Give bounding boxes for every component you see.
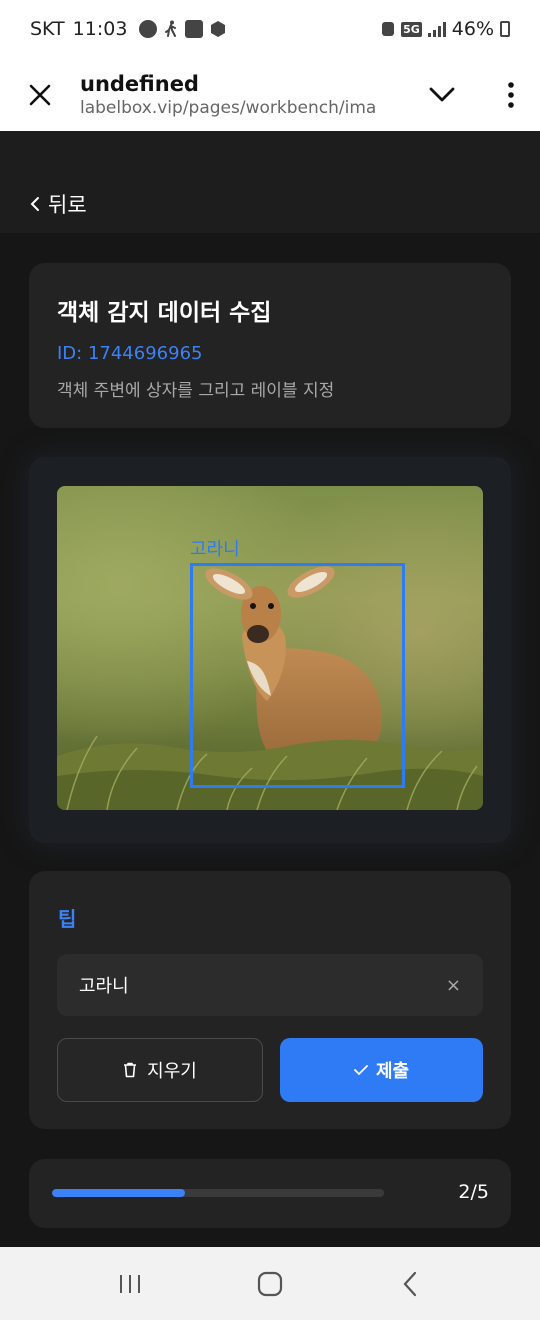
label-input[interactable]: 고라니 × [57,954,483,1016]
battery-level: 46% [451,18,494,40]
erase-button-label: 지우기 [147,1061,197,1082]
page-title: undefined [80,71,199,96]
back-arrow-icon [403,1271,417,1296]
progress-text: 2/5 [458,1181,489,1203]
progress-track [52,1189,384,1197]
chevron-down-icon [429,87,455,101]
label-value: 고라니 [79,976,129,997]
tip-title: 팁 [58,907,77,931]
carrier: SKT [30,18,65,40]
image-card: 고라니 [29,457,511,843]
app-header: 뒤로 [0,131,540,233]
check-icon [354,1065,368,1075]
close-icon [29,84,51,105]
task-description: 객체 주변에 상자를 그리고 레이블 지정 [57,381,335,401]
signal-icon [427,21,446,37]
close-tab-button[interactable] [0,58,80,131]
more-vertical-icon [508,81,514,108]
address-block[interactable]: undefined labelbox.vip/pages/workbench/i… [80,72,402,118]
page-url: labelbox.vip/pages/workbench/ima [80,97,377,118]
home-button[interactable] [240,1254,300,1314]
network-label: 5G [401,21,422,37]
status-bar-left: SKT 11:03 [30,18,227,40]
erase-button[interactable]: 지우기 [57,1038,263,1102]
battery-icon [500,21,510,37]
system-nav-bar [0,1247,540,1320]
expand-button[interactable] [402,58,482,131]
talk-icon [139,20,158,38]
progress-card: 2/5 [29,1159,511,1228]
recent-apps-icon [120,1274,140,1293]
task-info-card: 객체 감지 데이터 수집 ID: 1744696965 객체 주변에 상자를 그… [29,263,511,428]
annotation-image[interactable]: 고라니 [57,486,483,810]
back-button[interactable]: 뒤로 [30,189,87,219]
bounding-box-label: 고라니 [190,539,240,560]
main-content: 객체 감지 데이터 수집 ID: 1744696965 객체 주변에 상자를 그… [0,233,540,1247]
walk-icon [165,20,177,37]
recent-apps-button[interactable] [100,1254,160,1314]
submit-button[interactable]: 제출 [280,1038,483,1102]
image-icon [185,20,204,38]
task-id: ID: 1744696965 [57,343,203,364]
home-icon [257,1271,283,1296]
progress-fill [52,1189,185,1197]
clock: 11:03 [72,18,128,40]
sync-icon [382,22,395,36]
chevron-left-icon [30,197,39,211]
browser-toolbar: undefined labelbox.vip/pages/workbench/i… [0,58,540,131]
more-options-button[interactable] [482,58,540,131]
clear-input-icon[interactable]: × [446,975,461,996]
submit-button-label: 제출 [375,1061,410,1082]
status-bar-right: 5G 46% [381,18,510,40]
back-label: 뒤로 [48,193,87,217]
system-back-button[interactable] [380,1254,440,1314]
trash-icon [124,1062,137,1078]
status-bar: SKT 11:03 5G 46% [0,0,540,58]
bounding-box[interactable] [190,563,405,788]
tip-card: 팁 고라니 × 지우기 제출 [29,871,511,1129]
task-title: 객체 감지 데이터 수집 [57,300,272,326]
box-icon [211,21,226,37]
notification-icons [139,20,227,38]
